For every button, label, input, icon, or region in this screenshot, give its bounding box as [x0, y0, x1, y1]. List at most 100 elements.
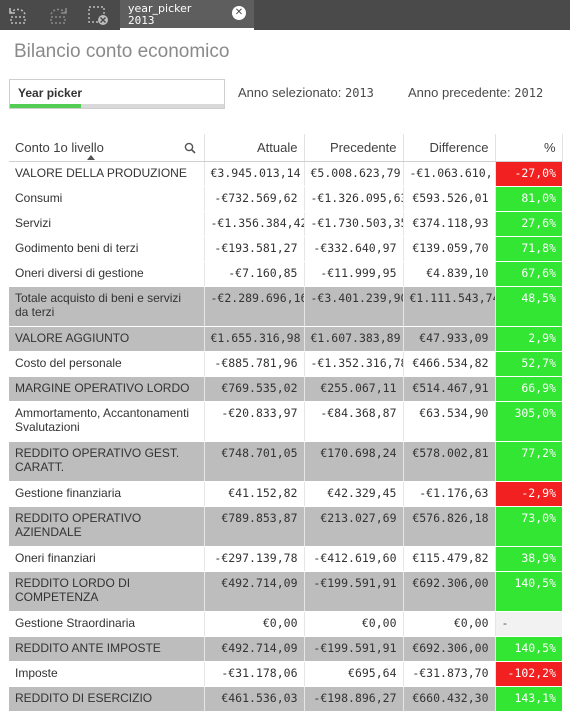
cell-percent: 52,7%	[495, 351, 562, 377]
cell-attuale: -€31.178,06	[204, 661, 305, 687]
header-attuale[interactable]: Attuale	[204, 134, 305, 162]
header-difference[interactable]: Difference	[403, 134, 496, 162]
cell-percent: 143,1%	[495, 686, 562, 712]
cell-attuale: €492.714,09	[204, 636, 305, 662]
table-row[interactable]: Oneri finanziari -€297.139,78 -€412.619,60…	[9, 546, 562, 572]
cell-difference: -€1.176,63	[403, 481, 496, 507]
row-label: Costo del personale	[9, 351, 205, 377]
cell-difference: €660.432,30	[403, 686, 496, 712]
header-conto[interactable]: Conto 1o livello	[9, 134, 205, 162]
cell-precedente: -€198.896,27	[304, 686, 404, 712]
row-label: Totale acquisto di beni e servizi da ter…	[9, 286, 205, 327]
row-label: Imposte	[9, 661, 205, 687]
header-percent[interactable]: %	[495, 134, 563, 162]
table-row[interactable]: Servizi -€1.356.384,42 -€1.730.503,35 €374.…	[9, 211, 562, 237]
table-row[interactable]: VALORE DELLA PRODUZIONE €3.945.013,14 €5.0…	[9, 161, 562, 187]
table-row[interactable]: Imposte -€31.178,06 €695,64 -€31.873,70 -102…	[9, 661, 562, 687]
cell-precedente: -€1.326.095,63	[304, 186, 404, 212]
table-row[interactable]: Ammortamento, Accantonamenti Svalutazion…	[9, 401, 562, 442]
cell-difference: €593.526,01	[403, 186, 496, 212]
table-row[interactable]: REDDITO LORDO DI COMPETENZA €492.714,09 -€…	[9, 571, 562, 612]
table-row[interactable]: Costo del personale -€885.781,96 -€1.352.3…	[9, 351, 562, 377]
previous-year-value: 2012	[514, 86, 544, 100]
cell-percent: 2,9%	[495, 326, 562, 352]
cell-difference: €4.839,10	[403, 261, 496, 287]
cell-attuale: €789.853,87	[204, 506, 305, 547]
row-label: MARGINE OPERATIVO LORDO	[9, 376, 205, 402]
header-conto-label: Conto 1o livello	[15, 140, 104, 155]
cell-difference: €47.933,09	[403, 326, 496, 352]
cell-precedente: -€412.619,60	[304, 546, 404, 572]
selected-year-value: 2013	[344, 86, 374, 100]
selected-year-label: Anno selezionato:	[238, 85, 342, 100]
cell-difference: €692.306,00	[403, 636, 496, 662]
table-row[interactable]: REDDITO ANTE IMPOSTE €492.714,09 -€199.591…	[9, 636, 562, 662]
cell-precedente: -€199.591,91	[304, 636, 404, 662]
cell-attuale: €461.536,03	[204, 686, 305, 712]
cell-percent: 27,6%	[495, 211, 562, 237]
cell-precedente: -€332.640,97	[304, 236, 404, 262]
cell-difference: €139.059,70	[403, 236, 496, 262]
cell-attuale: -€193.581,27	[204, 236, 305, 262]
previous-year-info: Anno precedente: 2012	[408, 85, 543, 100]
cell-precedente: €42.329,45	[304, 481, 404, 507]
redo-icon[interactable]	[46, 4, 70, 26]
row-label: REDDITO DI ESERCIZIO	[9, 686, 205, 712]
cell-percent: 77,2%	[495, 441, 562, 482]
table-row[interactable]: Gestione Straordinaria €0,00 €0,00 €0,00-	[9, 611, 562, 637]
cell-percent: 38,9%	[495, 546, 562, 572]
cell-attuale: -€732.569,62	[204, 186, 305, 212]
cell-precedente: -€11.999,95	[304, 261, 404, 287]
cell-precedente: -€3.401.239,90	[304, 286, 404, 327]
undo-icon[interactable]	[6, 4, 30, 26]
cell-percent: 140,5%	[495, 571, 562, 612]
cell-attuale: €492.714,09	[204, 571, 305, 612]
previous-year-label: Anno precedente:	[408, 85, 511, 100]
row-label: Ammortamento, Accantonamenti Svalutazion…	[9, 401, 205, 442]
cell-precedente: €0,00	[304, 611, 404, 637]
cell-precedente: €695,64	[304, 661, 404, 687]
cell-difference: €0,00	[403, 611, 496, 637]
cell-difference: €1.111.543,74	[403, 286, 496, 327]
table-row[interactable]: Gestione finanziaria €41.152,82 €42.329,45…	[9, 481, 562, 507]
cell-precedente: -€1.352.316,78	[304, 351, 404, 377]
cell-precedente: -€199.591,91	[304, 571, 404, 612]
sort-ascending-icon	[87, 155, 95, 160]
row-label: VALORE DELLA PRODUZIONE	[9, 161, 205, 187]
table-row[interactable]: VALORE AGGIUNTO €1.655.316,98 €1.607.383,8…	[9, 326, 562, 352]
cell-precedente: €213.027,69	[304, 506, 404, 547]
row-label: Oneri finanziari	[9, 546, 205, 572]
income-statement-table: Conto 1o livello Attuale Precedente Diff…	[9, 134, 563, 712]
cell-attuale: -€885.781,96	[204, 351, 305, 377]
cell-attuale: -€2.289.696,16	[204, 286, 305, 327]
year-picker[interactable]: Year picker	[9, 79, 225, 109]
cell-percent: 48,5%	[495, 286, 562, 327]
close-icon[interactable]	[232, 6, 246, 20]
cell-percent: 67,6%	[495, 261, 562, 287]
cell-attuale: -€297.139,78	[204, 546, 305, 572]
cell-percent: 66,9%	[495, 376, 562, 402]
table-row[interactable]: REDDITO OPERATIVO GEST. CARATT. €748.701,…	[9, 441, 562, 482]
cell-precedente: -€1.730.503,35	[304, 211, 404, 237]
clear-selections-icon[interactable]	[86, 4, 110, 26]
row-label: Servizi	[9, 211, 205, 237]
cell-percent: 305,0%	[495, 401, 562, 442]
row-label: REDDITO ANTE IMPOSTE	[9, 636, 205, 662]
search-icon[interactable]	[184, 142, 196, 154]
selected-year-info: Anno selezionato: 2013	[238, 85, 374, 100]
cell-attuale: €3.945.013,14	[204, 161, 305, 187]
tab-value: 2013	[128, 14, 155, 27]
table-row[interactable]: Totale acquisto di beni e servizi da ter…	[9, 286, 562, 327]
table-row[interactable]: Godimento beni di terzi -€193.581,27 -€332…	[9, 236, 562, 262]
cell-difference: €578.002,81	[403, 441, 496, 482]
cell-attuale: €769.535,02	[204, 376, 305, 402]
table-row[interactable]: MARGINE OPERATIVO LORDO €769.535,02 €255.0…	[9, 376, 562, 402]
header-precedente[interactable]: Precedente	[304, 134, 404, 162]
table-row[interactable]: Oneri diversi di gestione -€7.160,85 -€11.…	[9, 261, 562, 287]
table-row[interactable]: REDDITO OPERATIVO AZIENDALE €789.853,87 €2…	[9, 506, 562, 547]
cell-percent: -102,2%	[495, 661, 562, 687]
table-row[interactable]: REDDITO DI ESERCIZIO €461.536,03 -€198.896…	[9, 686, 562, 712]
table-row[interactable]: Consumi -€732.569,62 -€1.326.095,63 €593.52…	[9, 186, 562, 212]
table-header: Conto 1o livello Attuale Precedente Diff…	[9, 134, 563, 162]
selection-tab[interactable]: year_picker 2013	[120, 0, 254, 30]
